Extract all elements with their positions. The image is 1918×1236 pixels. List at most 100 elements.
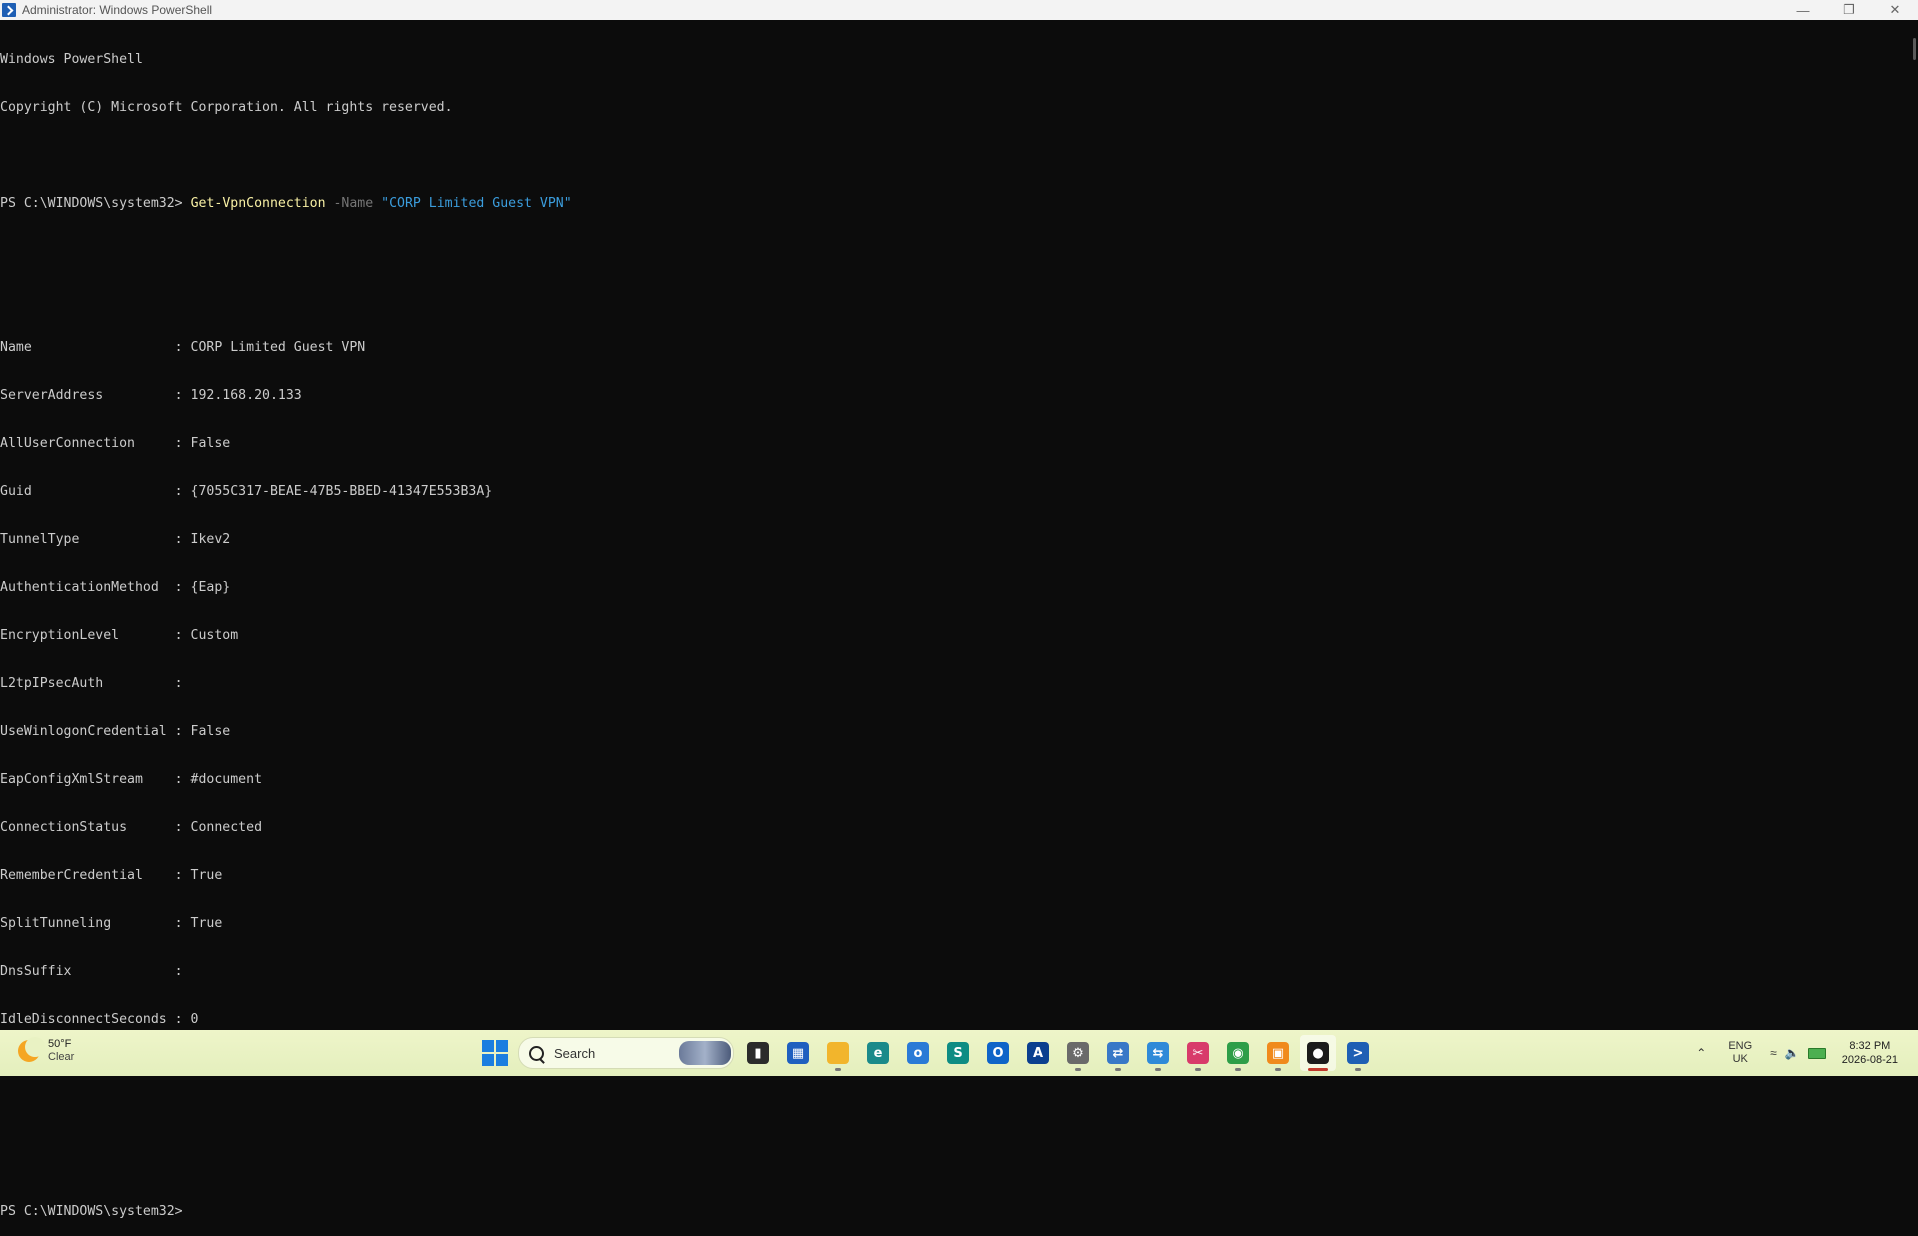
weather-temp: 50°F xyxy=(48,1038,72,1050)
edge-icon: e xyxy=(867,1042,889,1064)
chrome-icon: ◉ xyxy=(1227,1042,1249,1064)
search-box[interactable]: Search xyxy=(518,1037,734,1069)
output-line: UseWinlogonCredential : False xyxy=(0,724,231,739)
clock[interactable]: 8:32 PM 2026-08-21 xyxy=(1842,1039,1898,1067)
pinned-apps: ▮ ▦ e o S O A ⚙ ⇄ ⇆ ✂ ◉ ▣ ● > xyxy=(740,1035,1380,1071)
command-name: Get-VpnConnection xyxy=(190,196,326,211)
taskbar-app-edge[interactable]: e xyxy=(860,1035,896,1071)
taskbar-app-snipping-tool[interactable]: ✂ xyxy=(1180,1035,1216,1071)
copyright-line: Copyright (C) Microsoft Corporation. All… xyxy=(0,100,453,115)
restore-icon[interactable]: ❐ xyxy=(1826,0,1872,20)
search-label: Search xyxy=(554,1045,596,1061)
output-line: L2tpIPsecAuth : xyxy=(0,676,183,691)
windows-logo-icon xyxy=(482,1040,494,1052)
window-title: Administrator: Windows PowerShell xyxy=(22,3,213,17)
taskbar-app-settings[interactable]: ⚙ xyxy=(1060,1035,1096,1071)
system-tray: ⌃ ENG UK ≈ 🔈 8:32 PM 2026-08-21 xyxy=(1696,1030,1918,1076)
taskbar-app-microsoft-store[interactable]: ▦ xyxy=(780,1035,816,1071)
running-indicator xyxy=(1115,1068,1121,1071)
weather-condition: Clear xyxy=(48,1051,75,1063)
output-line: EapConfigXmlStream : #document xyxy=(0,772,263,787)
banner-line: Windows PowerShell xyxy=(0,52,143,67)
scroll-thumb[interactable] xyxy=(1913,38,1916,60)
taskbar: 50°F Clear Search ▮ ▦ e o S O A ⚙ ⇄ ⇆ ✂ ◉ ▣ ● > ⌃ ENG … xyxy=(0,1030,1918,1076)
remote-desktop-connection-icon: ⇆ xyxy=(1147,1042,1169,1064)
taskbar-app-file-explorer[interactable] xyxy=(820,1035,856,1071)
output-line: SplitTunneling : True xyxy=(0,916,223,931)
running-indicator xyxy=(1355,1068,1361,1071)
taskbar-center: Search ▮ ▦ e o S O A ⚙ ⇄ ⇆ ✂ ◉ ▣ ● > xyxy=(480,1035,1380,1071)
language-code: ENG xyxy=(1728,1040,1753,1052)
output-line: DnsSuffix : xyxy=(0,964,183,979)
chevron-up-icon[interactable]: ⌃ xyxy=(1696,1046,1706,1060)
taskbar-app-outlook[interactable]: O xyxy=(980,1035,1016,1071)
quick-settings[interactable]: ≈ 🔈 xyxy=(1770,1046,1826,1060)
a-icon: A xyxy=(1027,1042,1049,1064)
date: 2026-08-21 xyxy=(1841,1054,1898,1066)
snipping-tool-icon: ✂ xyxy=(1187,1042,1209,1064)
start-button[interactable] xyxy=(482,1040,508,1066)
github-icon: ● xyxy=(1307,1042,1329,1064)
remote-desktop-icon: ⇄ xyxy=(1107,1042,1129,1064)
weather-widget[interactable]: 50°F Clear xyxy=(18,1037,75,1064)
command-line: PS C:\WINDOWS\system32> Get-VpnConnectio… xyxy=(0,196,1910,212)
time: 8:32 PM xyxy=(1849,1040,1891,1052)
output-line: RememberCredential : True xyxy=(0,868,223,883)
taskbar-app-chrome[interactable]: ◉ xyxy=(1220,1035,1256,1071)
console-output[interactable]: Windows PowerShell Copyright (C) Microso… xyxy=(0,20,1910,1219)
command-param: -Name xyxy=(325,196,382,211)
output-line: TunnelType : Ikev2 xyxy=(0,532,231,547)
powershell-icon xyxy=(2,3,16,17)
output-line: Guid : {7055C317-BEAE-47B5-BBED-41347E55… xyxy=(0,484,493,499)
gear-icon: ⚙ xyxy=(1067,1042,1089,1064)
console-scrollbar[interactable] xyxy=(1910,20,1918,1030)
language-region: UK xyxy=(1732,1053,1748,1065)
taskbar-app-remote-desktop-2[interactable]: ⇆ xyxy=(1140,1035,1176,1071)
title-bar[interactable]: Administrator: Windows PowerShell — ❐ ✕ xyxy=(0,0,1918,21)
final-prompt[interactable]: PS C:\WINDOWS\system32> xyxy=(0,1204,1910,1220)
taskbar-app-powershell[interactable]: > xyxy=(1340,1035,1376,1071)
folder-icon xyxy=(827,1042,849,1064)
outlook-icon: O xyxy=(987,1042,1009,1064)
output-line: Name : CORP Limited Guest VPN xyxy=(0,340,366,355)
running-indicator xyxy=(1275,1068,1281,1071)
task-view-icon: ▮ xyxy=(747,1042,769,1064)
battery-icon xyxy=(1807,1047,1826,1059)
search-highlight-image xyxy=(679,1041,731,1065)
close-icon[interactable]: ✕ xyxy=(1872,0,1918,20)
taskbar-app-azure-data-studio[interactable]: A xyxy=(1020,1035,1056,1071)
taskbar-app-task-view[interactable]: ▮ xyxy=(740,1035,776,1071)
output-line: EncryptionLevel : Custom xyxy=(0,628,239,643)
running-indicator xyxy=(1075,1068,1081,1071)
language-indicator[interactable]: ENG UK xyxy=(1728,1040,1752,1066)
running-indicator xyxy=(1155,1068,1161,1071)
wifi-icon: ≈ xyxy=(1770,1046,1777,1060)
taskbar-app-remote-desktop-1[interactable]: ⇄ xyxy=(1100,1035,1136,1071)
minimize-icon[interactable]: — xyxy=(1780,0,1826,20)
moon-icon xyxy=(18,1037,45,1062)
output-line: ConnectionStatus : Connected xyxy=(0,820,263,835)
taskbar-app-remote-desktop-manager[interactable]: ▣ xyxy=(1260,1035,1296,1071)
taskbar-app-sharepoint[interactable]: S xyxy=(940,1035,976,1071)
prompt: PS C:\WINDOWS\system32> xyxy=(0,196,191,211)
running-indicator xyxy=(1195,1068,1201,1071)
running-indicator xyxy=(835,1068,841,1071)
output-line: IdleDisconnectSeconds : 0 xyxy=(0,1012,199,1027)
powershell-icon: > xyxy=(1347,1042,1369,1064)
search-icon xyxy=(529,1045,544,1061)
window-icon: ▣ xyxy=(1267,1042,1289,1064)
running-indicator xyxy=(1308,1068,1328,1071)
speaker-icon: 🔈 xyxy=(1784,1046,1800,1060)
window-controls: — ❐ ✕ xyxy=(1780,0,1918,20)
output-line: AllUserConnection : False xyxy=(0,436,231,451)
outlook-new-icon: o xyxy=(907,1042,929,1064)
taskbar-app-github-desktop[interactable]: ● xyxy=(1300,1035,1336,1071)
taskbar-app-outlook-new[interactable]: o xyxy=(900,1035,936,1071)
output-line: AuthenticationMethod : {Eap} xyxy=(0,580,231,595)
command-arg: "CORP Limited Guest VPN" xyxy=(381,196,572,211)
